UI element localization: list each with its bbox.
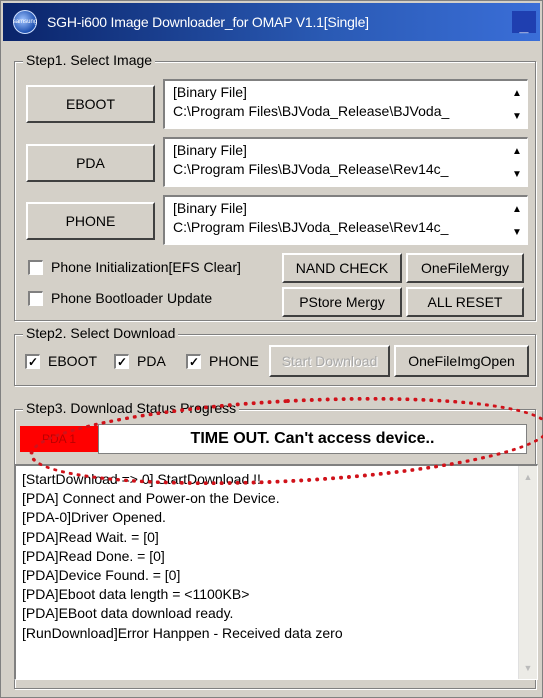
phone-init-checkbox[interactable]: Phone Initialization[EFS Clear] [28,259,241,275]
phone-bootloader-label: Phone Bootloader Update [51,290,213,306]
minimize-button[interactable]: _ [512,11,536,35]
scroll-down-icon[interactable]: ▼ [519,659,537,677]
checkbox-box[interactable] [28,259,43,275]
scroll-up-icon[interactable]: ▲ [509,199,525,219]
eboot-scroll[interactable]: ▲ ▼ [507,81,527,128]
eboot-download-checkbox[interactable]: ✓ EBOOT [25,353,97,369]
scroll-down-icon[interactable]: ▼ [509,222,525,242]
window-title: SGH-i600 Image Downloader_for OMAP V1.1[… [47,14,369,30]
phone-path-type: [Binary File] [173,200,247,216]
step1-title: Step1. Select Image [23,52,156,68]
eboot-path-text: C:\Program Files\BJVoda_Release\BJVoda_ [173,103,450,119]
log-line: [StartDownload => 0] StartDownload !! [22,471,261,487]
checkbox-checked-icon[interactable]: ✓ [186,353,201,369]
phone-scroll[interactable]: ▲ ▼ [507,197,527,244]
phone-bootloader-checkbox[interactable]: Phone Bootloader Update [28,290,212,306]
log-textarea[interactable]: [StartDownload => 0] StartDownload !! [P… [14,464,538,680]
log-line: [PDA]Read Wait. = [0] [22,528,159,545]
log-line: [PDA-0]Driver Opened. [22,509,166,526]
eboot-download-label: EBOOT [48,353,98,369]
onefile-img-open-button[interactable]: OneFileImgOpen [394,345,529,377]
pstore-mergy-button[interactable]: PStore Mergy [282,287,402,317]
all-reset-button[interactable]: ALL RESET [406,287,524,317]
nand-check-button[interactable]: NAND CHECK [282,253,402,283]
status-badge: PDA 1 [20,426,98,452]
scroll-up-icon[interactable]: ▲ [519,468,537,486]
phone-download-label: PHONE [209,353,259,369]
phone-button[interactable]: PHONE [26,202,155,240]
log-line: [PDA]Eboot data length = <1100KB> [22,586,250,603]
checkbox-checked-icon[interactable]: ✓ [25,353,40,369]
onefile-mergy-button[interactable]: OneFileMergy [406,253,524,283]
pda-path-type: [Binary File] [173,142,247,158]
pda-path-field[interactable]: [Binary File] C:\Program Files\BJVoda_Re… [163,137,528,187]
log-line: [PDA]Read Done. = [0] [22,547,165,564]
downloader-window: samsung SGH-i600 Image Downloader_for OM… [0,0,543,698]
step2-title: Step2. Select Download [23,325,179,341]
pda-path-text: C:\Program Files\BJVoda_Release\Rev14c_ [173,161,449,177]
log-scrollbar[interactable]: ▲ ▼ [518,466,537,679]
start-download-button[interactable]: Start Download [269,345,390,377]
scroll-down-icon[interactable]: ▼ [509,106,525,126]
pda-download-checkbox[interactable]: ✓ PDA [114,353,166,369]
phone-path-text: C:\Program Files\BJVoda_Release\Rev14c_ [173,219,449,235]
app-icon: samsung [13,10,37,34]
log-list: [StartDownload => 0] StartDownload !! [P… [22,470,343,643]
eboot-button[interactable]: EBOOT [26,85,155,123]
scroll-up-icon[interactable]: ▲ [509,83,525,103]
title-bar: samsung SGH-i600 Image Downloader_for OM… [3,3,540,41]
eboot-path-field[interactable]: [Binary File] C:\Program Files\BJVoda_Re… [163,79,528,129]
status-message: TIME OUT. Can't access device.. [98,424,527,454]
pda-scroll[interactable]: ▲ ▼ [507,139,527,186]
phone-path-field[interactable]: [Binary File] C:\Program Files\BJVoda_Re… [163,195,528,245]
checkbox-box[interactable] [28,290,43,306]
log-line: [PDA] Connect and Power-on the Device. [22,490,280,507]
checkbox-checked-icon[interactable]: ✓ [114,353,129,369]
pda-download-label: PDA [137,353,166,369]
log-line: [PDA]Device Found. = [0] [22,567,181,584]
phone-download-checkbox[interactable]: ✓ PHONE [186,353,259,369]
log-line: [PDA]EBoot data download ready. [22,605,234,622]
pda-button[interactable]: PDA [26,144,155,182]
log-line: [RunDownload]Error Hanppen - Received da… [22,624,343,641]
scroll-down-icon[interactable]: ▼ [509,164,525,184]
scroll-up-icon[interactable]: ▲ [509,141,525,161]
step3-title: Step3. Download Status Progress [23,400,240,416]
phone-init-label: Phone Initialization[EFS Clear] [51,259,241,275]
eboot-path-type: [Binary File] [173,84,247,100]
